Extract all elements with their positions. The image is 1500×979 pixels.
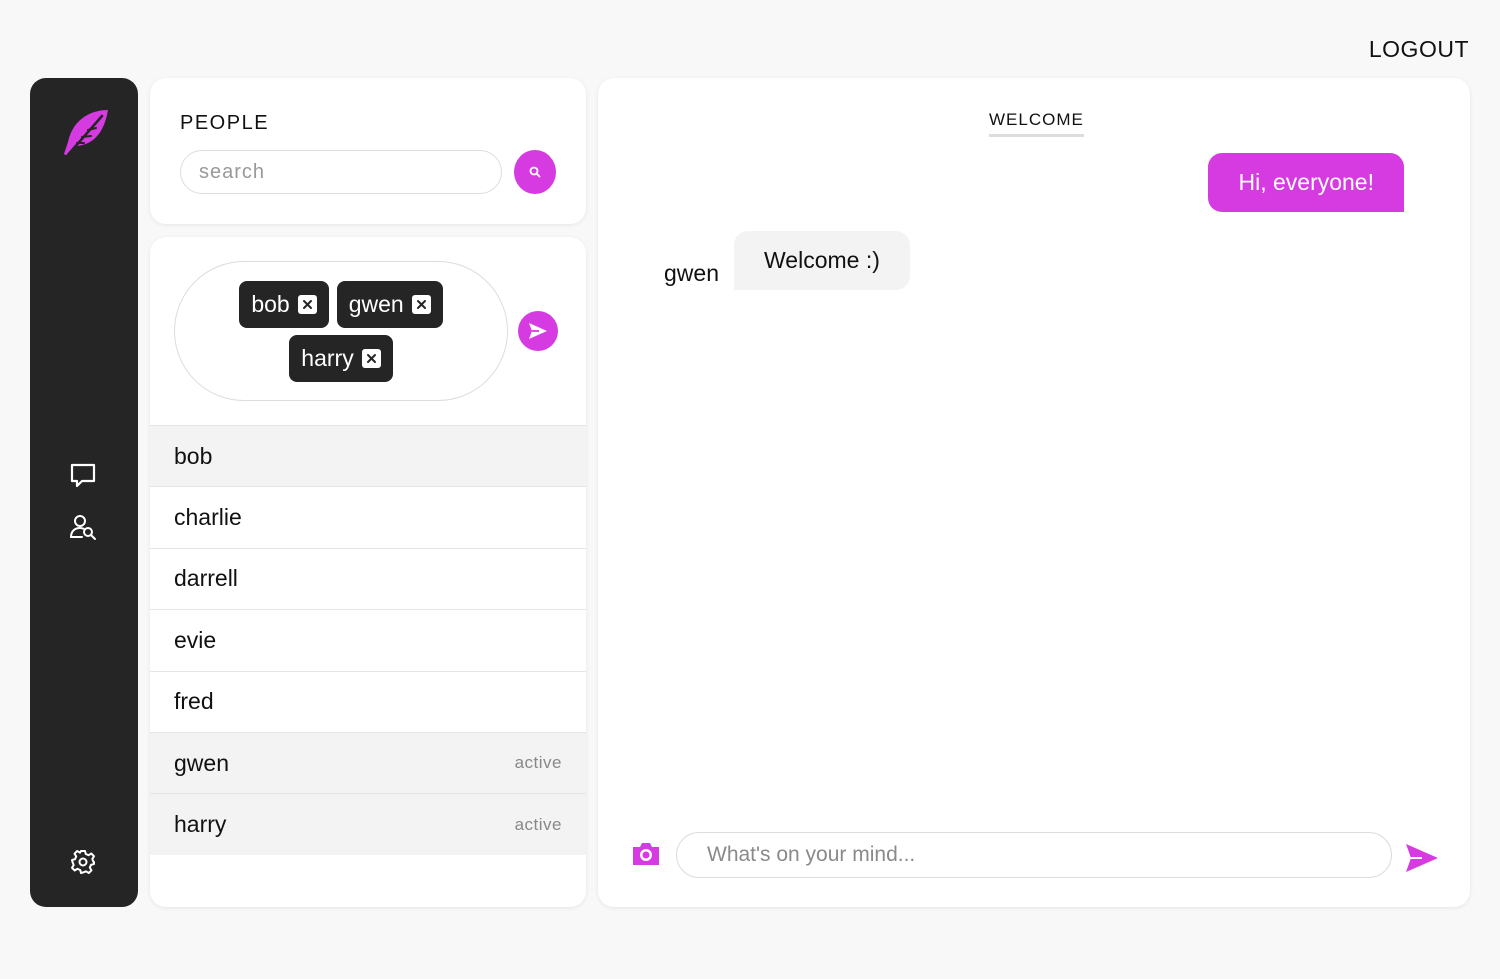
person-row[interactable]: evie	[150, 609, 586, 671]
people-list-card: bob gwen harry bob charlie darrell evie …	[150, 237, 586, 907]
incoming-message: Welcome :)	[734, 231, 910, 290]
person-name: darrell	[174, 565, 238, 592]
person-name: evie	[174, 626, 217, 653]
send-icon	[529, 323, 547, 339]
person-row[interactable]: gwen active	[150, 731, 586, 794]
selected-chip: harry	[289, 334, 393, 382]
remove-chip-icon[interactable]	[361, 348, 381, 368]
person-row[interactable]: darrell	[150, 547, 586, 610]
selected-chip: bob	[239, 280, 329, 328]
search-button[interactable]	[514, 150, 556, 194]
person-name: harry	[174, 811, 227, 838]
search-icon	[529, 166, 541, 178]
person-row[interactable]: harry active	[150, 793, 586, 855]
chat-panel: WELCOME Hi, everyone! gwen Welcome :)	[598, 78, 1470, 907]
person-name: gwen	[174, 749, 229, 776]
person-name: charlie	[174, 504, 242, 531]
sidebar	[30, 78, 138, 907]
people-title: PEOPLE	[180, 112, 270, 134]
remove-chip-icon[interactable]	[297, 294, 317, 314]
logout-button[interactable]: LOGOUT	[1369, 36, 1469, 63]
message-author: gwen	[664, 260, 719, 286]
selected-people-box[interactable]: bob gwen harry	[174, 261, 508, 401]
person-row[interactable]: bob	[150, 425, 586, 487]
camera-icon[interactable]	[630, 838, 662, 870]
person-name: fred	[174, 688, 214, 715]
remove-chip-icon[interactable]	[411, 294, 431, 314]
person-row[interactable]: fred	[150, 670, 586, 732]
person-name: bob	[174, 442, 213, 469]
chat-title: WELCOME	[989, 110, 1084, 137]
people-search-card: PEOPLE	[150, 78, 586, 224]
gear-icon[interactable]	[68, 847, 98, 877]
message-input[interactable]	[676, 832, 1392, 878]
start-group-chat-button[interactable]	[518, 311, 558, 351]
people-list: bob charlie darrell evie fred gwen activ…	[150, 425, 586, 855]
person-row[interactable]: charlie	[150, 486, 586, 548]
search-input[interactable]	[180, 150, 502, 194]
feather-logo[interactable]	[58, 106, 112, 160]
outgoing-message: Hi, everyone!	[1208, 153, 1404, 212]
chip-label: bob	[251, 290, 290, 317]
user-search-icon[interactable]	[68, 512, 98, 542]
send-icon[interactable]	[1404, 840, 1440, 876]
person-status: active	[514, 753, 562, 773]
selected-chip: gwen	[336, 280, 443, 328]
chip-label: gwen	[348, 290, 404, 317]
person-status: active	[514, 814, 562, 834]
chip-label: harry	[301, 344, 354, 371]
chat-bubble-icon[interactable]	[68, 461, 98, 491]
